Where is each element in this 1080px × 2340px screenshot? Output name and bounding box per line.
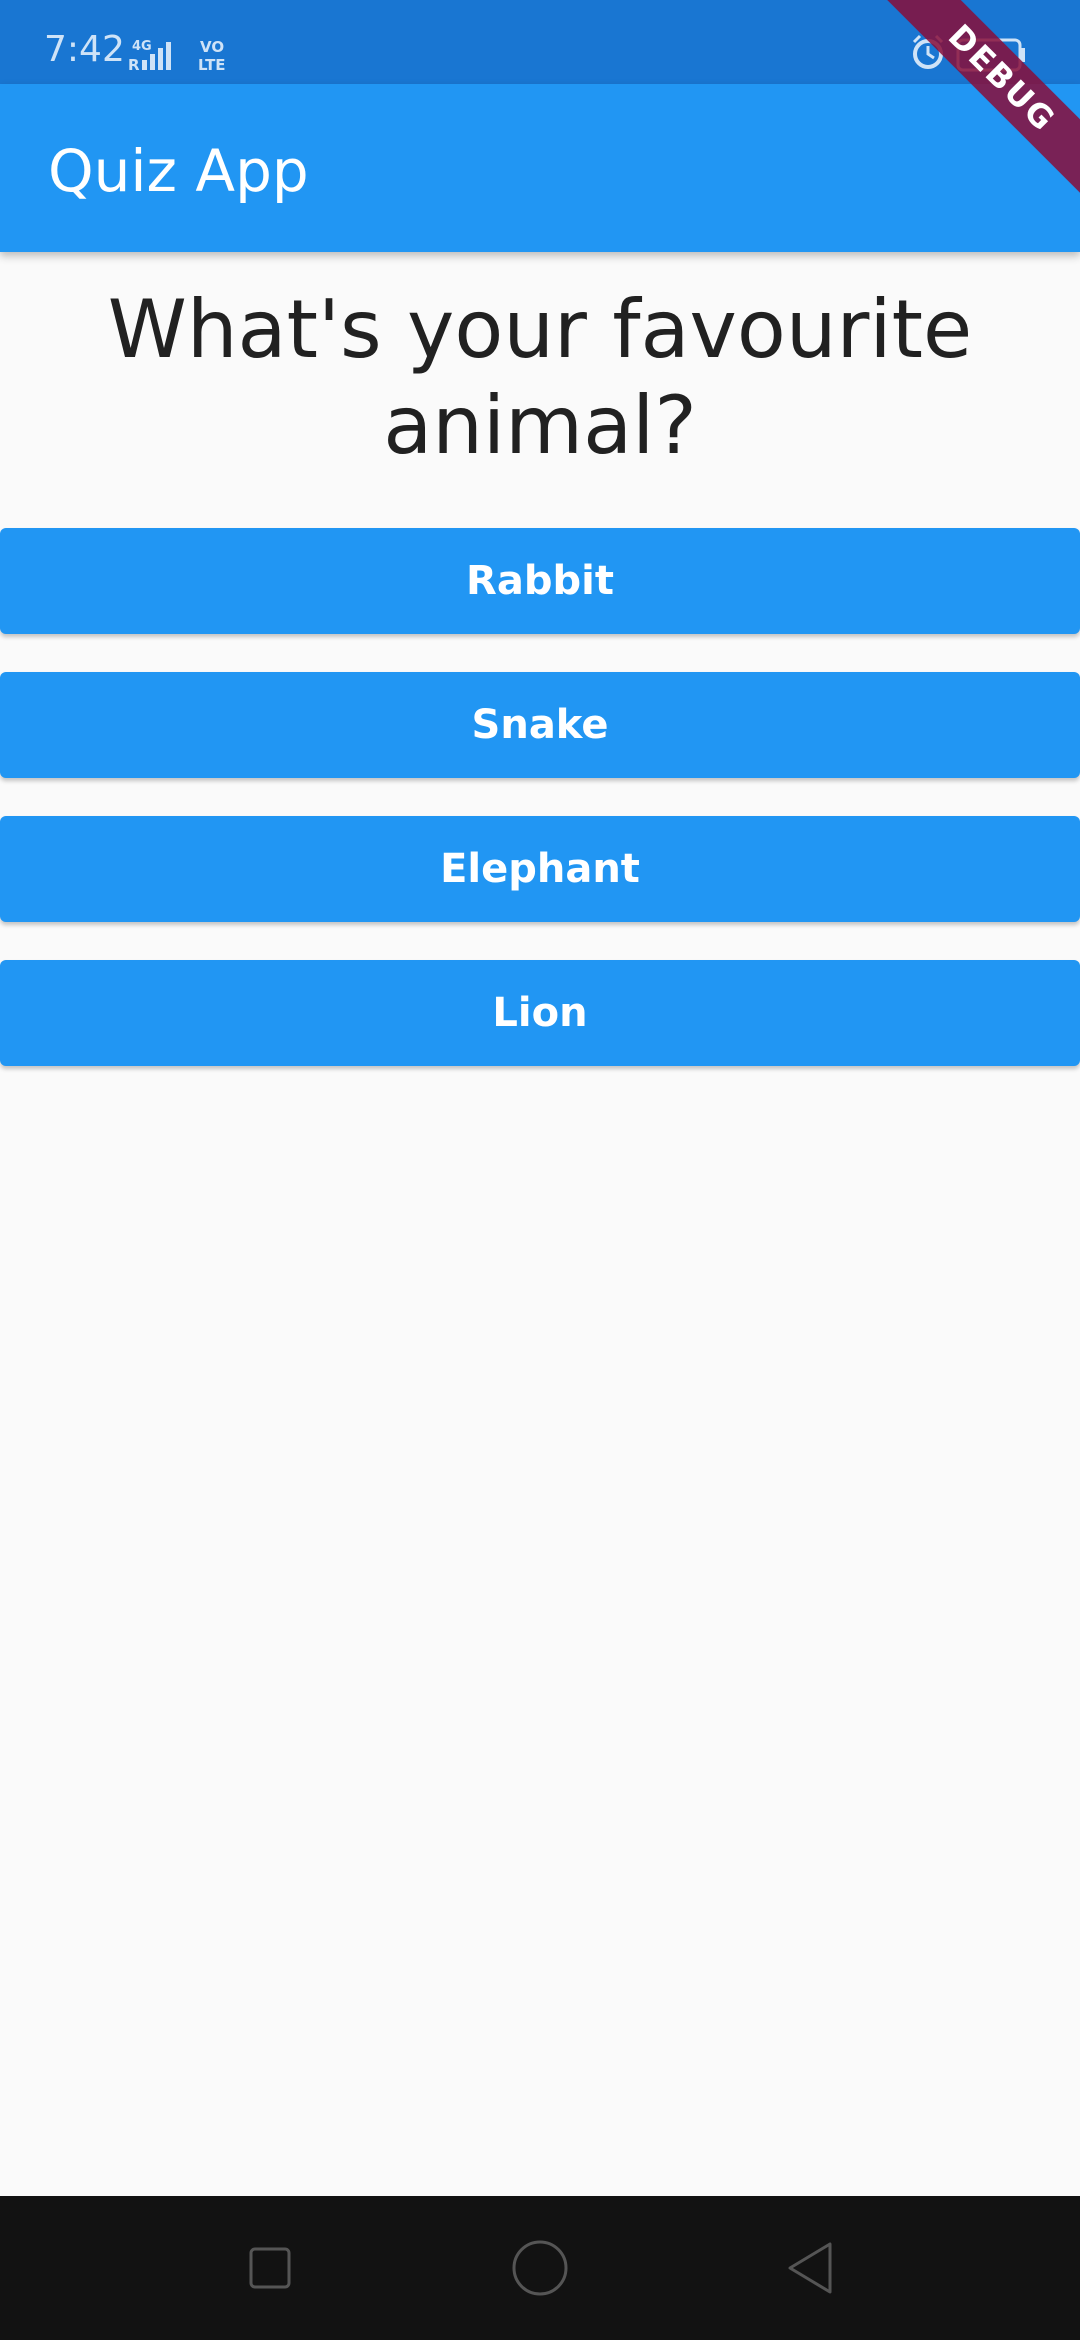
status-time: 7:42 xyxy=(44,29,125,70)
battery-icon xyxy=(956,38,1025,72)
answer-button-rabbit[interactable]: Rabbit xyxy=(0,528,1080,634)
answer-list: Rabbit Snake Elephant Lion xyxy=(0,528,1080,1104)
navigation-bar xyxy=(0,2196,1080,2340)
answer-button-elephant[interactable]: Elephant xyxy=(0,816,1080,922)
signal-icon: 4G R VO LTE xyxy=(128,38,226,74)
answer-button-snake[interactable]: Snake xyxy=(0,672,1080,778)
recents-square-icon[interactable] xyxy=(240,2238,300,2298)
question-text: What's your favourite animal? xyxy=(107,283,973,472)
volte-bottom-label: LTE xyxy=(198,56,226,74)
alarm-icon xyxy=(912,34,944,69)
volte-top-label: VO xyxy=(200,38,224,56)
network-r-label: R xyxy=(128,56,140,74)
status-right-icons xyxy=(912,34,1025,72)
network-4g-label: 4G xyxy=(132,39,152,54)
back-triangle-icon[interactable] xyxy=(780,2238,840,2298)
app-bar: Quiz App xyxy=(0,84,1080,252)
status-bar: 7:42 4G R VO LTE xyxy=(0,0,1080,84)
home-circle-icon[interactable] xyxy=(510,2238,570,2298)
answer-button-lion[interactable]: Lion xyxy=(0,960,1080,1066)
app-title: Quiz App xyxy=(48,137,309,205)
